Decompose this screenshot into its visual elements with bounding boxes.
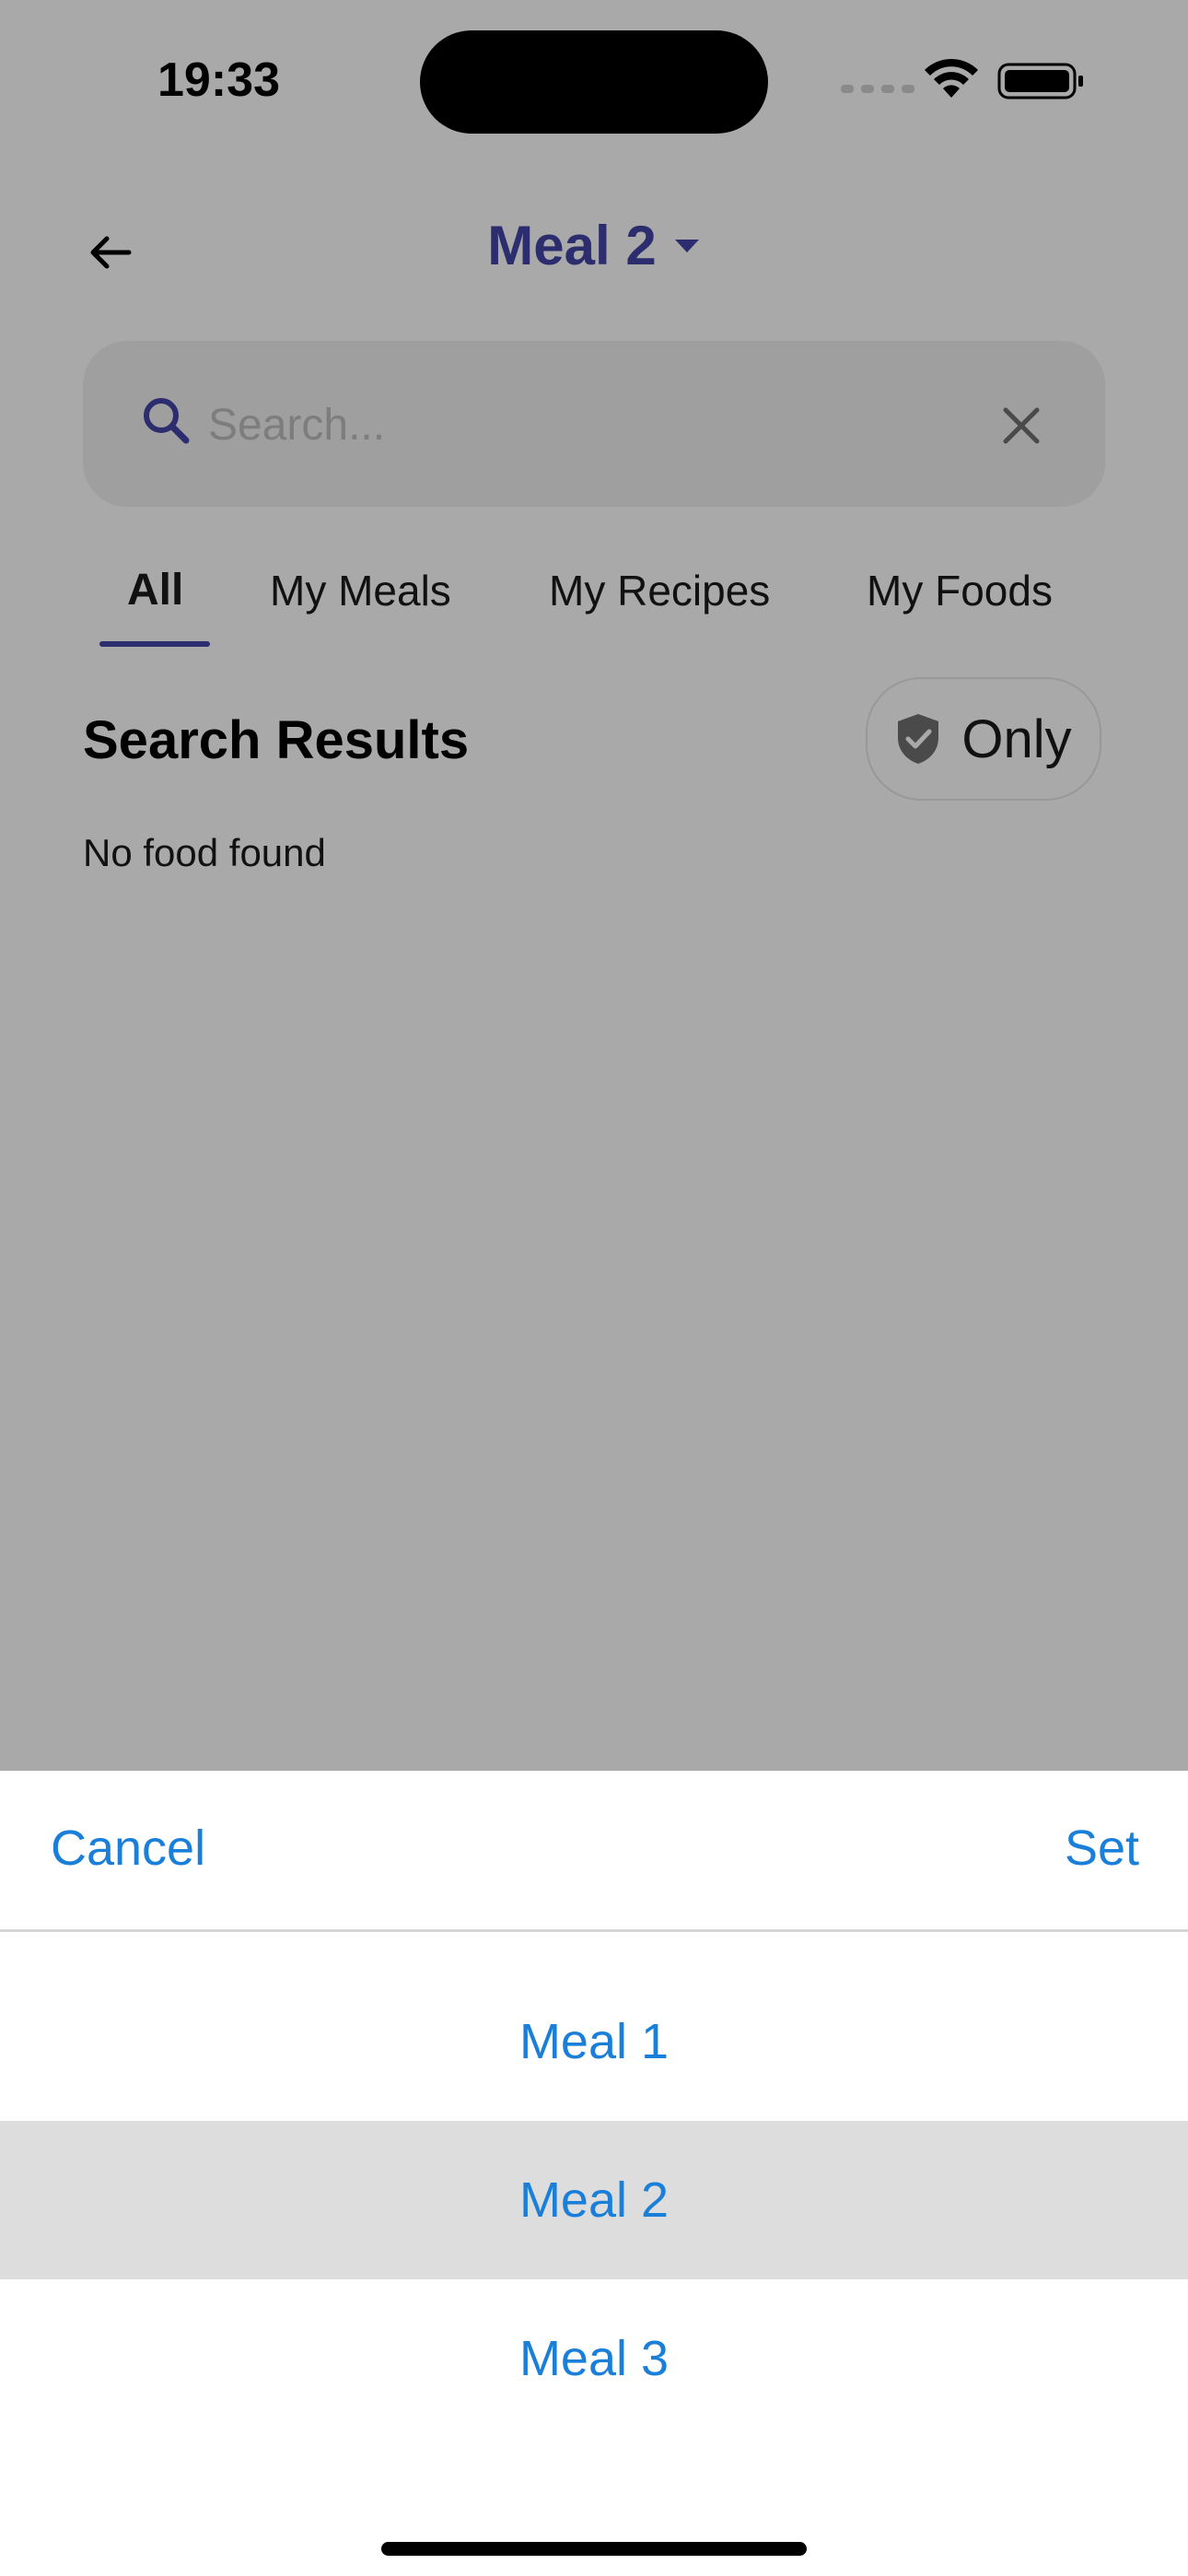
wifi-icon: [925, 58, 978, 98]
caret-down-icon: [674, 239, 699, 252]
meal-selector[interactable]: Meal 2: [0, 214, 1188, 277]
set-button[interactable]: Set: [1065, 1820, 1139, 1877]
status-time: 19:33: [157, 53, 280, 107]
picker-option-meal-3[interactable]: Meal 3: [0, 2279, 1188, 2438]
empty-state-text: No food found: [83, 831, 326, 874]
sheet-divider: [0, 1929, 1188, 1932]
meal-title: Meal 2: [487, 215, 657, 276]
search-icon: [144, 398, 190, 444]
cancel-button[interactable]: Cancel: [51, 1820, 205, 1877]
battery-icon: [997, 63, 1083, 100]
tab-my-meals[interactable]: My Meals: [270, 558, 451, 623]
verified-only-toggle[interactable]: Only: [866, 677, 1101, 801]
tab-my-foods[interactable]: My Foods: [867, 558, 1053, 623]
search-input[interactable]: [206, 387, 965, 463]
tab-my-recipes[interactable]: My Recipes: [549, 558, 770, 623]
only-label: Only: [961, 708, 1072, 769]
clear-search-icon[interactable]: [998, 403, 1044, 449]
results-heading: Search Results: [83, 710, 470, 770]
active-tab-indicator: [99, 641, 210, 647]
tab-all[interactable]: All: [127, 558, 183, 623]
dynamic-island: [420, 30, 768, 134]
cellular-signal-icon: [841, 85, 914, 93]
picker-option-meal-1[interactable]: Meal 1: [0, 1962, 1188, 2121]
picker-option-meal-2[interactable]: Meal 2: [0, 2121, 1188, 2279]
home-indicator: [381, 2542, 807, 2556]
shield-check-icon: [898, 714, 939, 764]
